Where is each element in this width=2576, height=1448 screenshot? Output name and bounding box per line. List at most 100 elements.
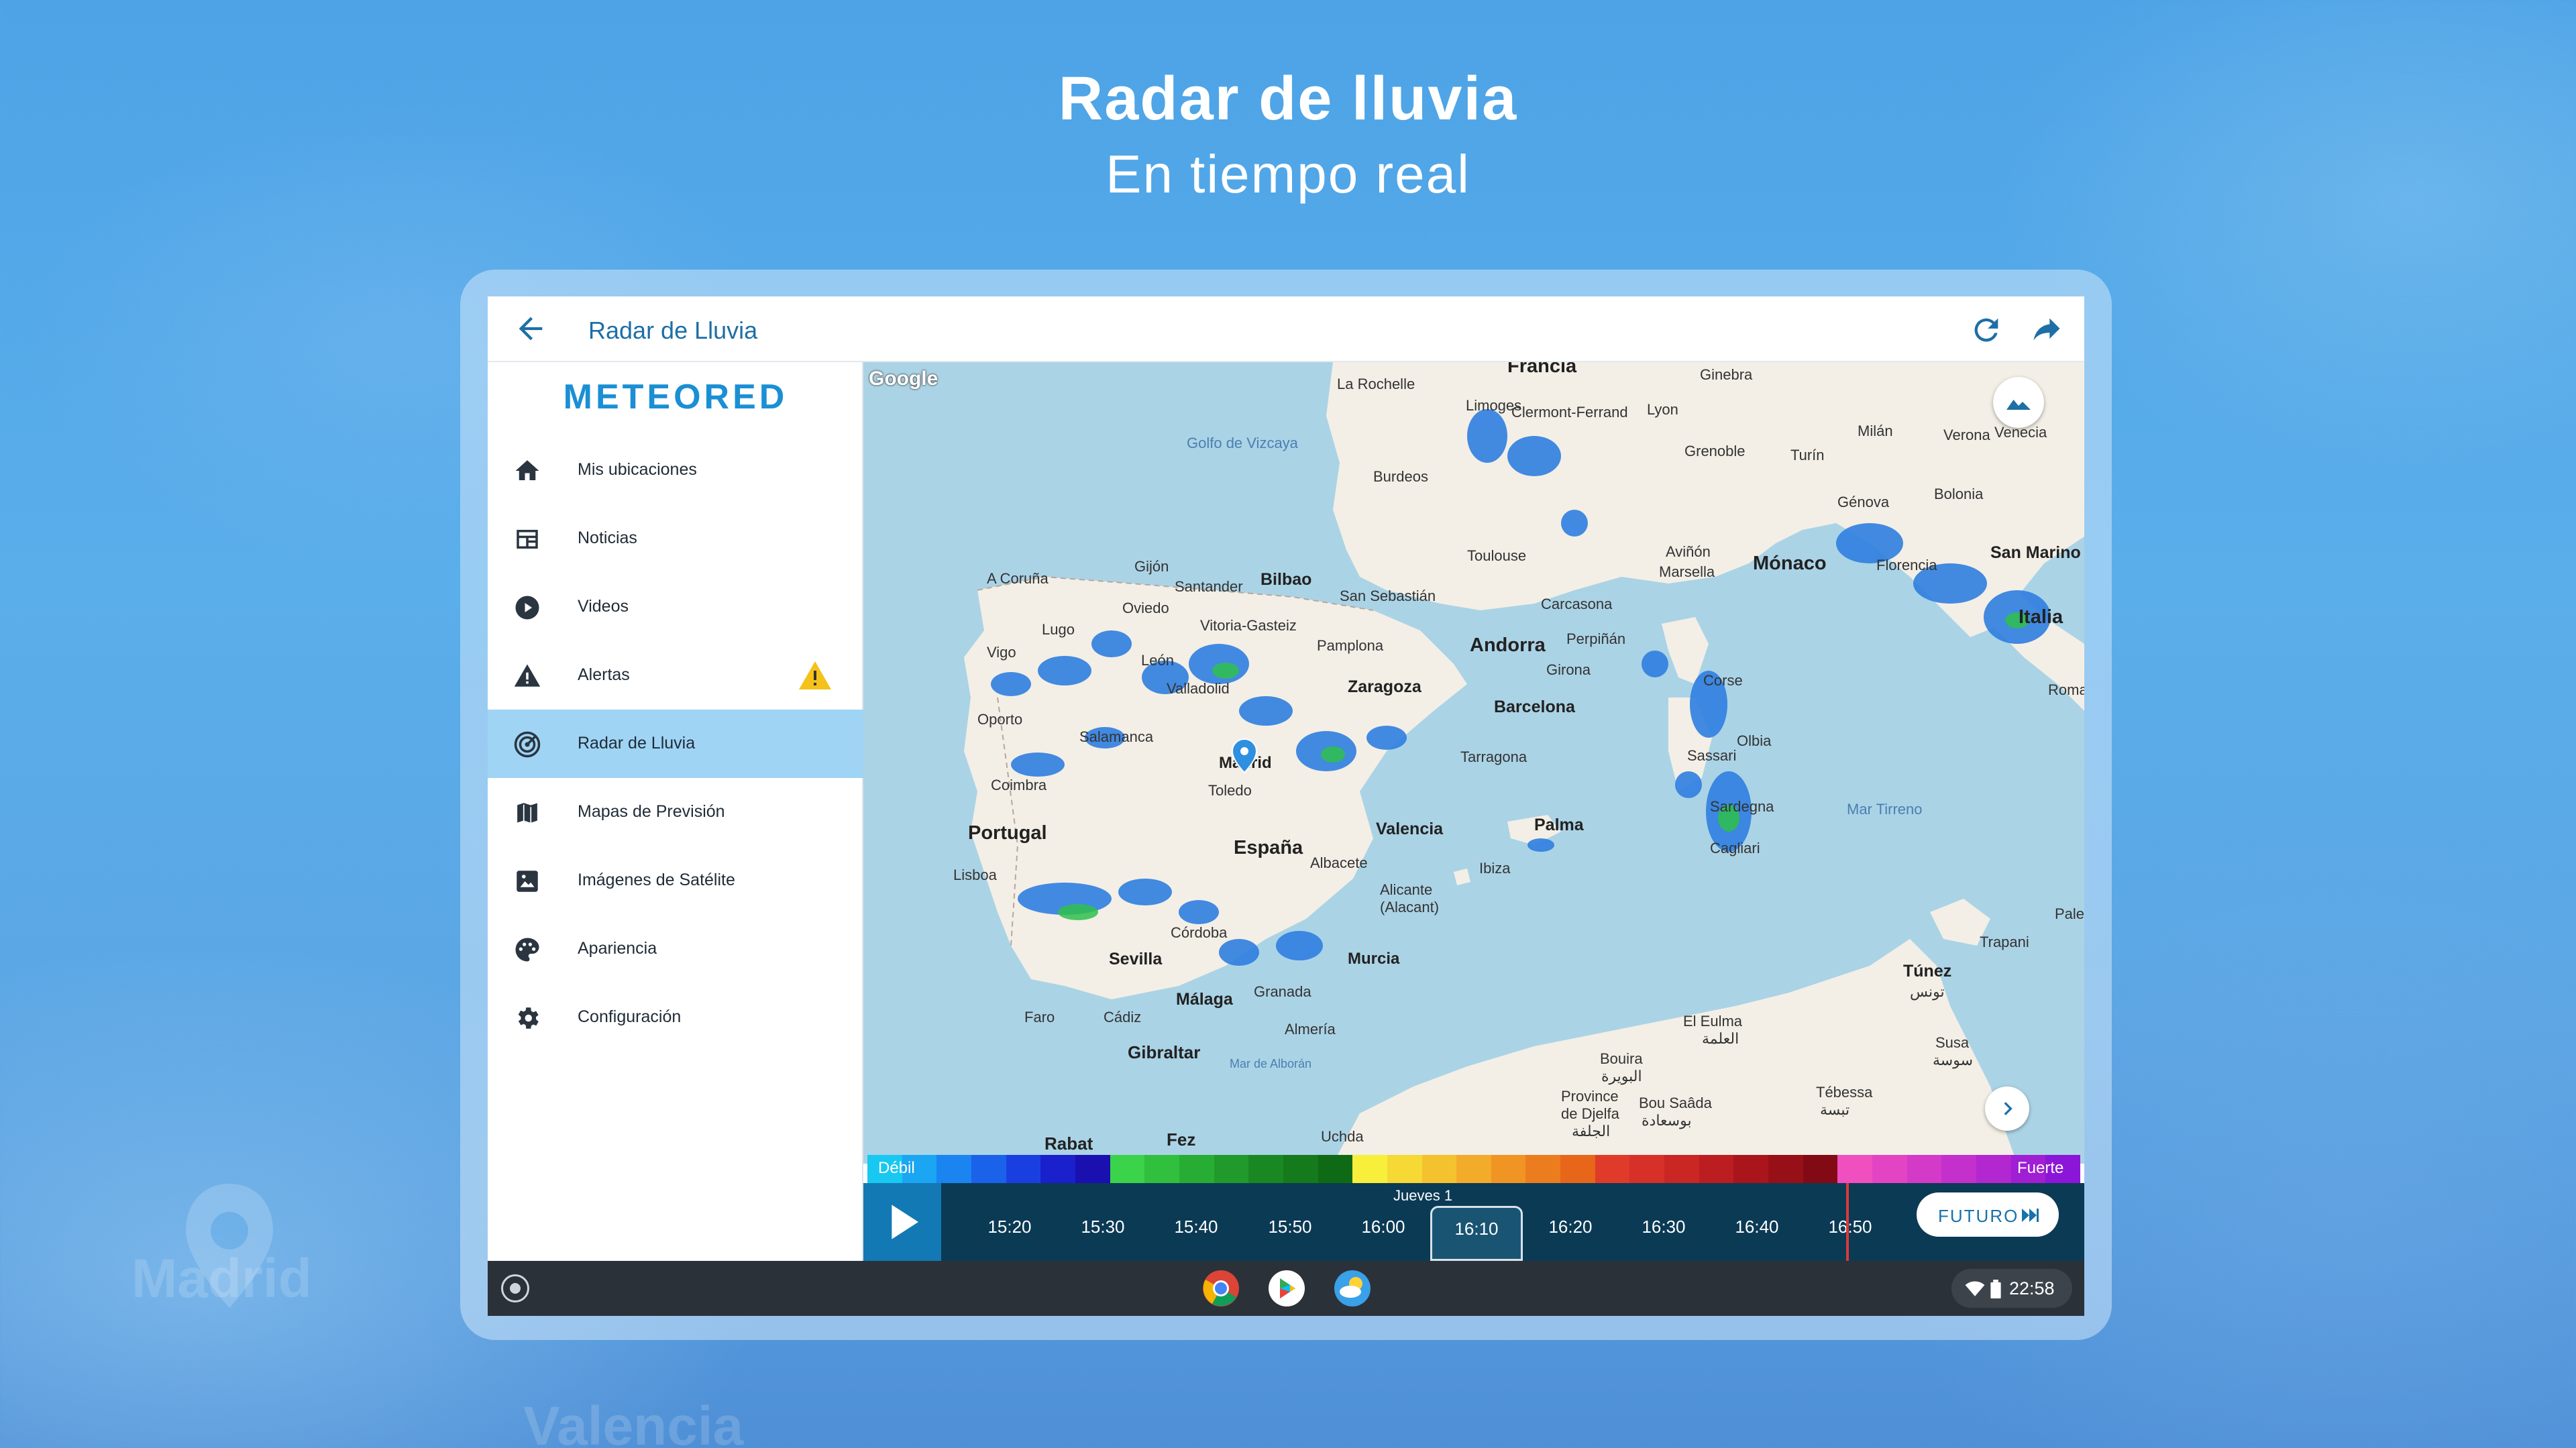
palette-icon [515, 938, 539, 962]
map-label: Bou Saâda [1639, 1095, 1712, 1111]
terrain-icon [2006, 400, 2031, 410]
map-label: Oporto [977, 711, 1023, 728]
map-label: Bolonia [1934, 486, 1984, 502]
map-label: Coimbra [991, 777, 1047, 793]
legend-color-segment [1214, 1155, 1249, 1183]
map-label: Grenoble [1684, 443, 1746, 459]
map-label: Tarragona [1460, 748, 1527, 765]
map-label: San Marino [1990, 543, 2081, 562]
timeline-bar: Jueves 1 15:20 15:30 15:40 15:50 16:00 1… [863, 1183, 2084, 1261]
legend-color-segment [1560, 1155, 1595, 1183]
time-slot[interactable]: 15:40 [1163, 1217, 1230, 1237]
map-label: Cádiz [1104, 1009, 1142, 1025]
refresh-icon[interactable] [1969, 313, 2004, 347]
time-slot[interactable]: 16:40 [1723, 1217, 1790, 1237]
map-label: Olbia [1737, 732, 1772, 749]
map-label: Marsella [1659, 563, 1715, 580]
map-label: Roma [2048, 681, 2084, 698]
legend-color-segment [1872, 1155, 1907, 1183]
map-label: Sardegna [1710, 798, 1774, 815]
nav-item-mapas-de-prevision[interactable]: Mapas de Previsión [488, 778, 863, 846]
nav-item-label: Noticias [578, 528, 637, 547]
image-icon [517, 871, 538, 892]
map-label: Milán [1858, 423, 1893, 439]
play-store-icon[interactable] [1267, 1269, 1306, 1308]
map-label: Bouira [1600, 1050, 1643, 1067]
legend-color-segment [1248, 1155, 1283, 1183]
play-button[interactable] [863, 1183, 941, 1261]
map-label: Córdoba [1171, 924, 1228, 941]
legend-color-segment [1040, 1155, 1075, 1183]
map-label: León [1141, 652, 1174, 669]
legend-color-segment [936, 1155, 971, 1183]
nav-item-imagenes-de-satelite[interactable]: Imágenes de Satélite [488, 846, 863, 915]
map-label: بوسعادة [1642, 1112, 1692, 1129]
time-slot[interactable]: 16:00 [1350, 1217, 1417, 1237]
legend-color-segment [1941, 1155, 1976, 1183]
map-label: Murcia [1348, 950, 1400, 968]
nav-item-configuracion[interactable]: Configuración [488, 983, 863, 1052]
legend-color-segment [1699, 1155, 1734, 1183]
map-icon [516, 801, 539, 824]
navigation-drawer: METEORED Mis ubicaciones Noticias Videos… [488, 362, 863, 1261]
nav-item-alertas[interactable]: Alertas [488, 641, 863, 710]
system-shelf: 22:58 [488, 1261, 2084, 1316]
chrome-icon[interactable] [1201, 1269, 1240, 1308]
legend-color-segment [1768, 1155, 1803, 1183]
time-slot[interactable]: 16:20 [1537, 1217, 1604, 1237]
map-label: تبسة [1820, 1101, 1850, 1118]
legend-color-segment [1595, 1155, 1630, 1183]
map-label: Girona [1546, 661, 1591, 678]
fast-forward-icon [2022, 1209, 2039, 1222]
map-label: Rabat [1044, 1133, 1093, 1154]
launcher-icon[interactable] [501, 1274, 529, 1302]
legend-color-segment [1976, 1155, 2011, 1183]
map-label: الجلفة [1572, 1123, 1611, 1139]
next-button[interactable] [1985, 1087, 2029, 1131]
terrain-button[interactable] [1993, 377, 2044, 428]
nav-item-noticias[interactable]: Noticias [488, 504, 863, 573]
location-marker-icon[interactable] [1231, 738, 1258, 774]
legend-color-segment [1803, 1155, 1838, 1183]
map-label: San Sebastián [1340, 588, 1436, 604]
map-label: Toulouse [1467, 547, 1527, 564]
warning-badge-icon [799, 661, 831, 689]
map-label: Barcelona [1494, 698, 1575, 716]
newspaper-icon [517, 530, 538, 549]
time-slot[interactable]: 16:50 [1817, 1217, 1884, 1237]
map-label: Ginebra [1700, 366, 1753, 383]
hero-title: Radar de lluvia [1058, 64, 1518, 133]
nav-item-apariencia[interactable]: Apariencia [488, 915, 863, 983]
nav-item-label: Radar de Lluvia [578, 734, 696, 753]
play-icon [892, 1205, 918, 1239]
future-button[interactable]: FUTURO [1917, 1192, 2059, 1237]
time-slot[interactable]: 15:20 [976, 1217, 1043, 1237]
brand-logo: METEORED [563, 378, 788, 416]
legend-color-segment [1075, 1155, 1110, 1183]
nav-item-mis-ubicaciones[interactable]: Mis ubicaciones [488, 436, 863, 504]
current-time-indicator [1846, 1183, 1849, 1261]
radar-map[interactable]: Google Francia Ginebra La Rochelle Limog… [863, 362, 2084, 1164]
map-label: Toledo [1208, 782, 1252, 799]
weather-app-icon[interactable] [1333, 1269, 1372, 1308]
map-label: Vigo [987, 644, 1016, 661]
arrow-back-icon[interactable] [513, 311, 548, 346]
gear-icon [518, 1007, 539, 1029]
status-area[interactable]: 22:58 [1951, 1269, 2072, 1308]
time-slot[interactable]: 15:30 [1069, 1217, 1136, 1237]
time-slot[interactable]: 16:30 [1630, 1217, 1697, 1237]
legend-color-segment [1179, 1155, 1214, 1183]
map-label: Mar de Alborán [1230, 1057, 1312, 1070]
map-label: Gibraltar [1128, 1042, 1201, 1062]
time-slot[interactable]: 15:50 [1256, 1217, 1324, 1237]
time-slot-selected[interactable]: 16:10 [1430, 1206, 1523, 1261]
map-label: Mar Tirreno [1847, 801, 1923, 818]
legend-color-segment [971, 1155, 1006, 1183]
legend-color-segment [1837, 1155, 1873, 1183]
legend-color-segment [1664, 1155, 1699, 1183]
nav-item-radar-de-lluvia[interactable]: Radar de Lluvia [488, 710, 863, 778]
nav-item-videos[interactable]: Videos [488, 573, 863, 641]
share-icon[interactable] [2028, 313, 2065, 347]
legend-color-segment [1421, 1155, 1457, 1183]
legend-color-segment [1110, 1155, 1145, 1183]
